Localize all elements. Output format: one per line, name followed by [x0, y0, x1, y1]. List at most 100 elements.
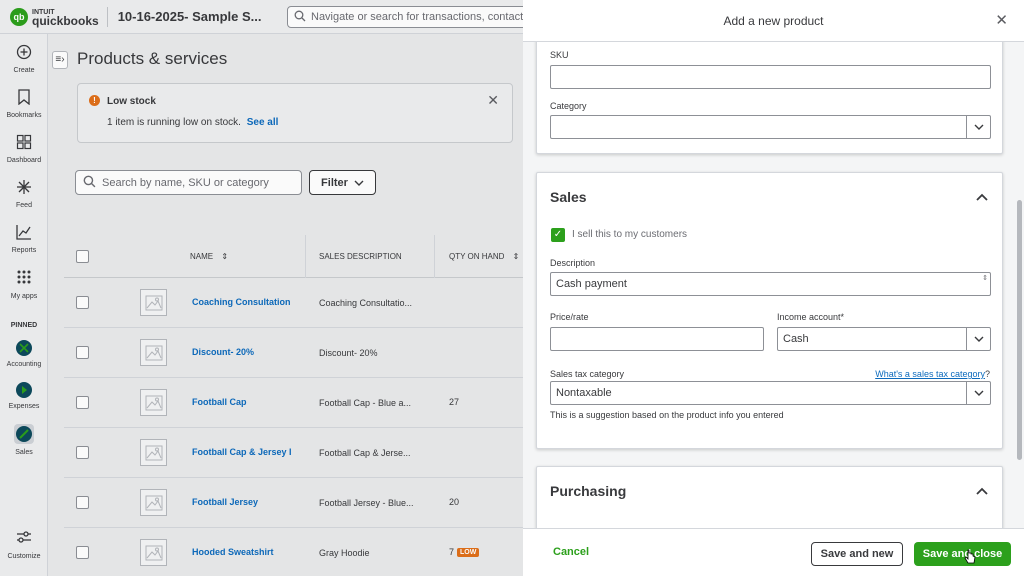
close-icon[interactable]: ✕: [487, 92, 499, 109]
accounting-app-icon: [16, 340, 32, 356]
filter-button[interactable]: Filter: [309, 170, 376, 195]
column-header-name[interactable]: NAME ⇕: [190, 235, 228, 278]
top-bar: qb INTUIT quickbooks 10-16-2025- Sample …: [0, 0, 527, 34]
help-suffix: ?: [984, 369, 990, 379]
rail-item-accounting[interactable]: Accounting: [0, 340, 48, 368]
close-icon[interactable]: ✕: [995, 11, 1008, 29]
product-name-link[interactable]: Football Jersey: [192, 497, 294, 507]
chevron-up-icon[interactable]: [976, 484, 988, 498]
product-name-link[interactable]: Football Cap & Jersey I: [192, 447, 294, 457]
save-and-close-button[interactable]: Save and close: [914, 542, 1011, 566]
see-all-link[interactable]: See all: [247, 117, 279, 128]
sales-tax-select[interactable]: Nontaxable: [550, 381, 991, 405]
dashboard-icon: [0, 134, 48, 152]
purchasing-card: Purchasing: [536, 466, 1003, 528]
chevron-down-icon: [966, 382, 990, 404]
row-checkbox[interactable]: [76, 446, 89, 459]
products-search-input[interactable]: Search by name, SKU or category: [75, 170, 302, 195]
product-name-link[interactable]: Football Cap: [192, 397, 294, 407]
product-sales-description: Football Jersey - Blue...: [319, 498, 414, 508]
sales-tax-help-link[interactable]: What's a sales tax category: [875, 369, 985, 379]
table-row[interactable]: Coaching Consultation Coaching Consultati…: [64, 278, 523, 328]
product-qty: 27: [449, 397, 459, 407]
price-input[interactable]: [550, 327, 764, 351]
income-account-value: Cash: [783, 333, 809, 345]
rail-item-sales[interactable]: Sales: [0, 424, 48, 456]
save-and-new-button[interactable]: Save and new: [811, 542, 903, 566]
page-title: Products & services: [77, 49, 228, 68]
rail-item-dashboard[interactable]: Dashboard: [0, 134, 48, 164]
bookmark-icon: [0, 89, 48, 107]
apps-icon: [0, 270, 48, 288]
sales-tax-hint: This is a suggestion based on the produc…: [550, 410, 784, 420]
column-separator: [434, 235, 435, 278]
column-qty-label: QTY ON HAND: [449, 252, 505, 261]
rail-item-reports[interactable]: Reports: [0, 224, 48, 254]
sku-input[interactable]: [550, 65, 991, 89]
resize-handle-icon[interactable]: ⇕: [982, 274, 988, 282]
filter-label: Filter: [321, 176, 348, 189]
products-table: NAME ⇕ SALES DESCRIPTION QTY ON HAND ⇕ C…: [64, 235, 523, 576]
main-content: ≡› Products & services ! Low stock 1 ite…: [48, 34, 523, 576]
rail-item-bookmarks[interactable]: Bookmarks: [0, 89, 48, 119]
drawer-scroll-area[interactable]: SKU Category Sales ✓ I sell this to my c…: [523, 42, 1024, 528]
row-checkbox[interactable]: [76, 496, 89, 509]
image-placeholder-icon[interactable]: [140, 389, 167, 416]
row-checkbox[interactable]: [76, 296, 89, 309]
product-sales-description: Football Cap - Blue a...: [319, 398, 412, 408]
drawer-header: Add a new product ✕: [523, 0, 1024, 42]
image-placeholder-icon[interactable]: [140, 539, 167, 566]
column-header-sales-description[interactable]: SALES DESCRIPTION: [319, 235, 402, 278]
product-sales-description: Gray Hoodie: [319, 548, 370, 558]
global-search-input[interactable]: Navigate or search for transactions, con…: [287, 6, 527, 28]
qty-value: 20: [449, 497, 460, 507]
rail-label: Dashboard: [6, 157, 42, 164]
rail-label: Accounting: [6, 361, 42, 368]
table-row[interactable]: Discount- 20% Discount- 20%: [64, 328, 523, 378]
table-row[interactable]: Hooded Sweatshirt Gray Hoodie 7 LOW: [64, 528, 523, 576]
rail-item-customize[interactable]: Customize: [0, 530, 48, 560]
description-textarea[interactable]: Cash payment ⇕: [550, 272, 991, 296]
alert-title: Low stock: [107, 96, 156, 107]
income-account-select[interactable]: Cash: [777, 327, 991, 351]
category-label: Category: [550, 101, 587, 111]
category-select[interactable]: [550, 115, 991, 139]
image-placeholder-icon[interactable]: [140, 339, 167, 366]
cancel-button[interactable]: Cancel: [553, 546, 589, 558]
expenses-app-icon: [16, 382, 32, 398]
rail-item-expenses[interactable]: Expenses: [0, 382, 48, 410]
mouse-pointer-icon: [964, 549, 976, 568]
image-placeholder-icon[interactable]: [140, 439, 167, 466]
sell-to-customers-checkbox[interactable]: ✓: [551, 228, 565, 242]
image-placeholder-icon[interactable]: [140, 489, 167, 516]
row-checkbox[interactable]: [76, 546, 89, 559]
rail-label: Expenses: [8, 403, 40, 410]
product-name-link[interactable]: Discount- 20%: [192, 347, 294, 357]
select-all-checkbox[interactable]: [76, 250, 89, 263]
drawer-scrollbar[interactable]: [1017, 200, 1022, 460]
sales-tax-value: Nontaxable: [556, 387, 612, 399]
quickbooks-logo[interactable]: qb INTUIT quickbooks: [10, 7, 99, 27]
row-checkbox[interactable]: [76, 346, 89, 359]
company-name[interactable]: 10-16-2025- Sample S...: [118, 9, 262, 24]
row-checkbox[interactable]: [76, 396, 89, 409]
sort-icon: ⇕: [221, 252, 229, 261]
image-placeholder-icon[interactable]: [140, 289, 167, 316]
warning-icon: !: [89, 95, 100, 106]
chevron-up-icon[interactable]: [976, 190, 988, 204]
description-label: Description: [550, 258, 596, 268]
divider: [106, 6, 108, 27]
alert-message-row: 1 item is running low on stock. See all: [107, 117, 278, 128]
rail-item-my-apps[interactable]: My apps: [0, 270, 48, 300]
table-row[interactable]: Football Jersey Football Jersey - Blue...…: [64, 478, 523, 528]
table-row[interactable]: Football Cap & Jersey I Football Cap & Je…: [64, 428, 523, 478]
product-name-link[interactable]: Hooded Sweatshirt: [192, 547, 294, 557]
product-name-link[interactable]: Coaching Consultation: [192, 297, 294, 307]
rail-item-create[interactable]: Create: [0, 44, 48, 74]
alert-message: 1 item is running low on stock.: [107, 117, 241, 128]
feed-icon: [0, 179, 48, 197]
collapse-nav-button[interactable]: ≡›: [52, 51, 68, 69]
column-header-qty[interactable]: QTY ON HAND ⇕: [449, 235, 519, 278]
rail-item-feed[interactable]: Feed: [0, 179, 48, 209]
table-row[interactable]: Football Cap Football Cap - Blue a... 27: [64, 378, 523, 428]
